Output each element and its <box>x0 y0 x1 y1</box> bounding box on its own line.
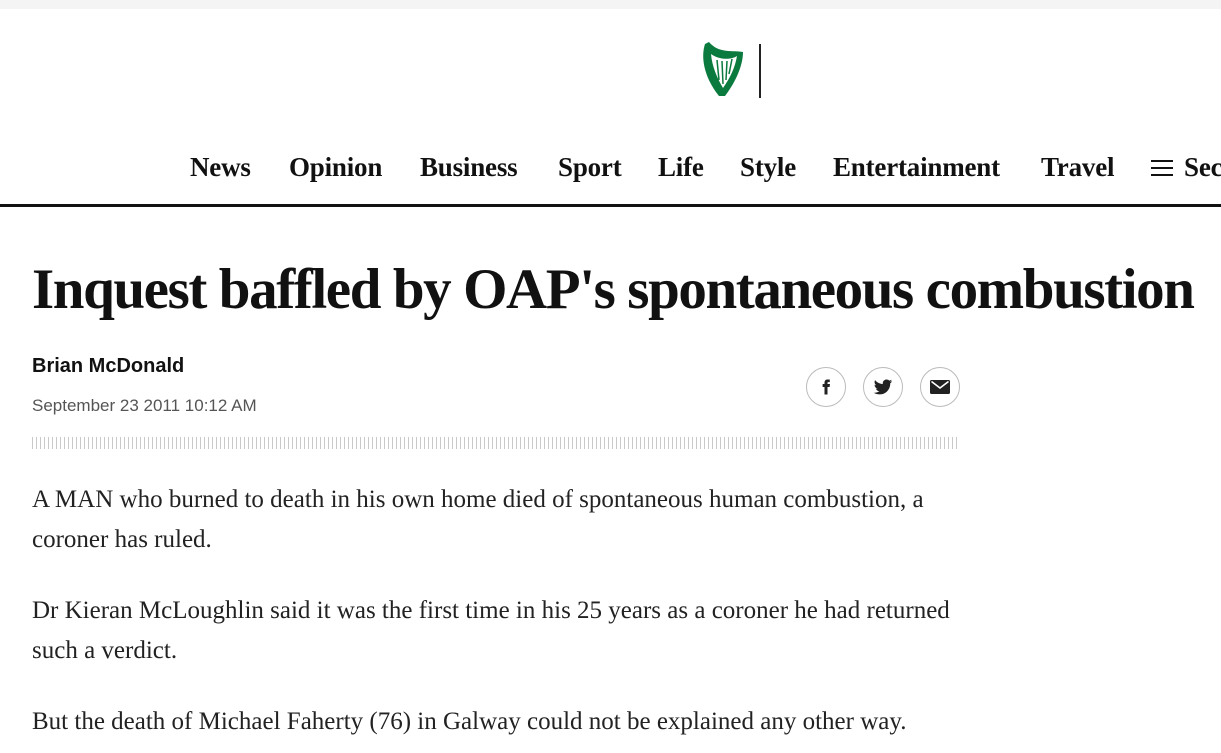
nav-item-sport[interactable]: Sport <box>558 152 622 183</box>
nav-item-entertainment[interactable]: Entertainment <box>833 152 1000 183</box>
logo-divider <box>759 44 761 98</box>
nav-item-sections[interactable]: Sec <box>1184 152 1221 183</box>
nav-item-news[interactable]: News <box>190 152 251 183</box>
hamburger-icon[interactable] <box>1151 160 1173 176</box>
article-paragraph: Dr Kieran McLoughlin said it was the fir… <box>32 597 950 664</box>
publish-date: September 23 2011 10:12 AM <box>32 396 257 415</box>
meta-divider <box>32 437 958 449</box>
article-paragraph: But the death of Michael Faherty (76) in… <box>32 708 907 735</box>
share-twitter-button[interactable] <box>863 367 903 407</box>
nav-item-opinion[interactable]: Opinion <box>289 152 382 183</box>
nav-border <box>0 204 1221 207</box>
nav-item-business[interactable]: Business <box>420 152 518 183</box>
email-icon <box>930 380 950 394</box>
facebook-icon <box>822 379 830 395</box>
share-facebook-button[interactable] <box>806 367 846 407</box>
top-strip <box>0 0 1221 9</box>
twitter-icon <box>873 379 893 395</box>
nav-item-life[interactable]: Life <box>658 152 704 183</box>
share-email-button[interactable] <box>920 367 960 407</box>
author-name[interactable]: Brian McDonald <box>32 355 184 378</box>
main-nav: News Opinion Business Sport Life Style E… <box>0 148 1221 192</box>
nav-item-style[interactable]: Style <box>740 152 796 183</box>
nav-item-travel[interactable]: Travel <box>1041 152 1114 183</box>
article-paragraph: A MAN who burned to death in his own hom… <box>32 486 924 553</box>
harp-icon[interactable] <box>697 36 749 100</box>
article-headline: Inquest baffled by OAP's spontaneous com… <box>32 258 1195 321</box>
